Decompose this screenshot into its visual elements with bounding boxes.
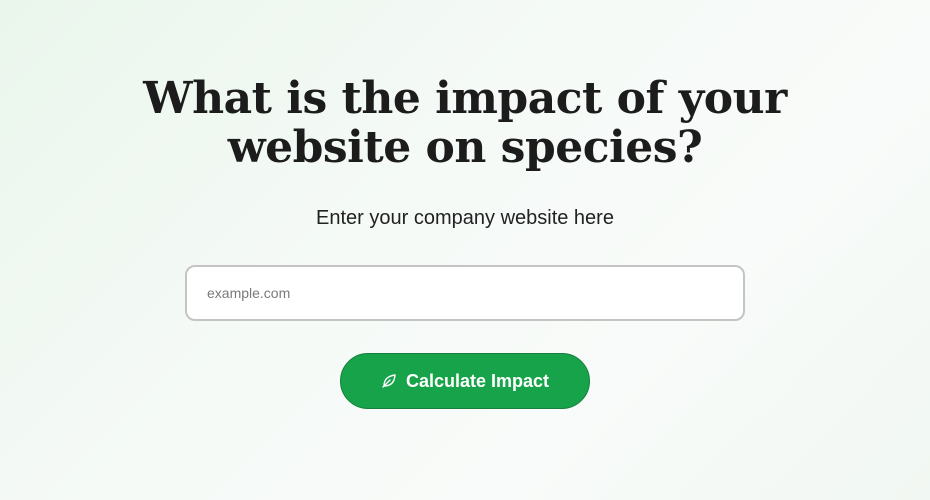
website-input[interactable] [187,267,743,319]
page-title-line-1: What is the impact of your [143,73,787,124]
calculate-impact-button[interactable]: Calculate Impact [340,353,590,409]
page: What is the impact of your website on sp… [0,0,930,500]
leaf-icon [381,373,397,389]
website-input-container [185,265,745,321]
page-title-line-2: website on species? [227,122,703,173]
page-subtitle: Enter your company website here [316,207,614,229]
calculate-impact-label: Calculate Impact [405,370,550,391]
page-title: What is the impact of your website on sp… [0,74,930,172]
